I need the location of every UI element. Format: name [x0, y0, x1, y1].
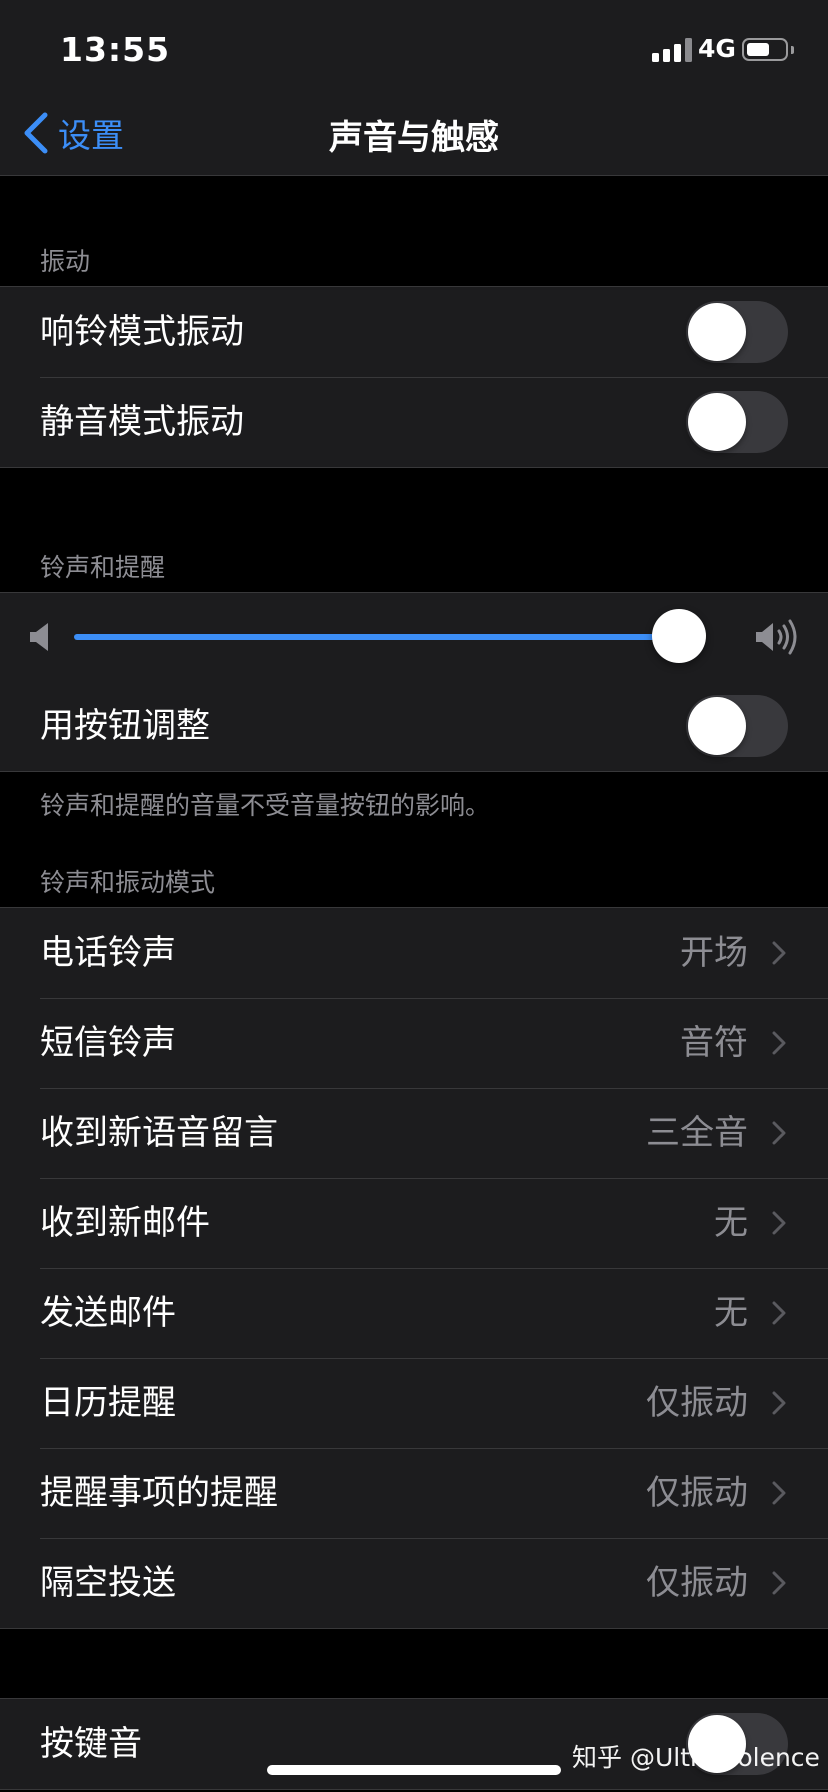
toggle-knob: [688, 393, 746, 451]
chevron-right-icon: [772, 1301, 786, 1325]
text-tone-row[interactable]: 短信铃声 音符: [0, 998, 828, 1088]
row-value: 音符: [680, 1023, 748, 1063]
home-indicator: [267, 1765, 561, 1775]
airdrop-row[interactable]: 隔空投送 仅振动: [0, 1538, 828, 1628]
speaker-high-icon: [756, 619, 797, 655]
toggle-knob: [688, 697, 746, 755]
row-label: 发送邮件: [40, 1293, 176, 1333]
row-label: 按键音: [40, 1724, 142, 1764]
adjust-with-buttons-toggle[interactable]: [686, 695, 788, 757]
chevron-right-icon: [772, 1391, 786, 1415]
back-button[interactable]: 设置: [22, 108, 124, 158]
chevron-left-icon: [24, 112, 48, 154]
row-value: 仅振动: [646, 1383, 748, 1423]
toggle-knob: [688, 303, 746, 361]
row-value: 仅振动: [646, 1563, 748, 1603]
vibration-group: 响铃模式振动 静音模式振动: [0, 286, 828, 468]
chevron-right-icon: [772, 1571, 786, 1595]
status-bar: 13:55 4G: [0, 0, 828, 100]
ringtone-row[interactable]: 电话铃声 开场: [0, 908, 828, 998]
row-value: 开场: [680, 933, 748, 973]
calendar-alerts-row[interactable]: 日历提醒 仅振动: [0, 1358, 828, 1448]
chevron-right-icon: [772, 1481, 786, 1505]
ringer-volume-row: [0, 593, 828, 681]
row-value: 无: [714, 1293, 748, 1333]
row-label: 隔空投送: [40, 1563, 176, 1603]
section-header-ringer: 铃声和提醒: [40, 553, 166, 582]
ring-vibration-row: 响铃模式振动: [0, 287, 828, 377]
row-label: 电话铃声: [40, 933, 176, 973]
patterns-group: 电话铃声 开场 短信铃声 音符 收到新语音留言 三全音 收到新邮件 无 发送邮件…: [0, 907, 828, 1629]
page-title: 声音与触感: [329, 118, 499, 158]
new-mail-row[interactable]: 收到新邮件 无: [0, 1178, 828, 1268]
chevron-right-icon: [772, 1121, 786, 1145]
section-header-patterns: 铃声和振动模式: [40, 868, 216, 897]
battery-cap: [791, 46, 794, 54]
network-type: 4G: [698, 34, 736, 63]
row-label: 日历提醒: [40, 1383, 176, 1423]
row-label: 用按钮调整: [40, 706, 210, 746]
chevron-right-icon: [772, 1031, 786, 1055]
status-time: 13:55: [60, 30, 171, 69]
battery-level: [747, 43, 769, 56]
row-label: 响铃模式振动: [40, 312, 244, 352]
row-label: 收到新邮件: [40, 1203, 210, 1243]
row-value: 无: [714, 1203, 748, 1243]
ringer-volume-track[interactable]: [74, 634, 679, 640]
chevron-right-icon: [772, 941, 786, 965]
cellular-signal-icon: [652, 38, 692, 62]
row-label: 短信铃声: [40, 1023, 176, 1063]
sent-mail-row[interactable]: 发送邮件 无: [0, 1268, 828, 1358]
new-voicemail-row[interactable]: 收到新语音留言 三全音: [0, 1088, 828, 1178]
ringer-footer-note: 铃声和提醒的音量不受音量按钮的影响。: [40, 791, 491, 820]
silent-vibration-toggle[interactable]: [686, 391, 788, 453]
chevron-right-icon: [772, 1211, 786, 1235]
ring-vibration-toggle[interactable]: [686, 301, 788, 363]
row-label: 提醒事项的提醒: [40, 1473, 278, 1513]
navigation-bar: 声音与触感 设置: [0, 100, 828, 176]
row-label: 收到新语音留言: [40, 1113, 278, 1153]
watermark: 知乎 @Ultraviolence: [572, 1743, 820, 1772]
adjust-with-buttons-row: 用按钮调整: [0, 681, 828, 771]
section-header-vibration: 振动: [40, 247, 91, 276]
ringer-group: 用按钮调整: [0, 592, 828, 772]
silent-vibration-row: 静音模式振动: [0, 377, 828, 467]
row-label: 静音模式振动: [40, 402, 244, 442]
reminder-alerts-row[interactable]: 提醒事项的提醒 仅振动: [0, 1448, 828, 1538]
row-value: 三全音: [646, 1113, 748, 1153]
battery-icon: [742, 38, 788, 61]
speaker-low-icon: [30, 623, 48, 651]
back-label: 设置: [58, 116, 124, 155]
row-value: 仅振动: [646, 1473, 748, 1513]
ringer-volume-thumb[interactable]: [652, 609, 706, 663]
